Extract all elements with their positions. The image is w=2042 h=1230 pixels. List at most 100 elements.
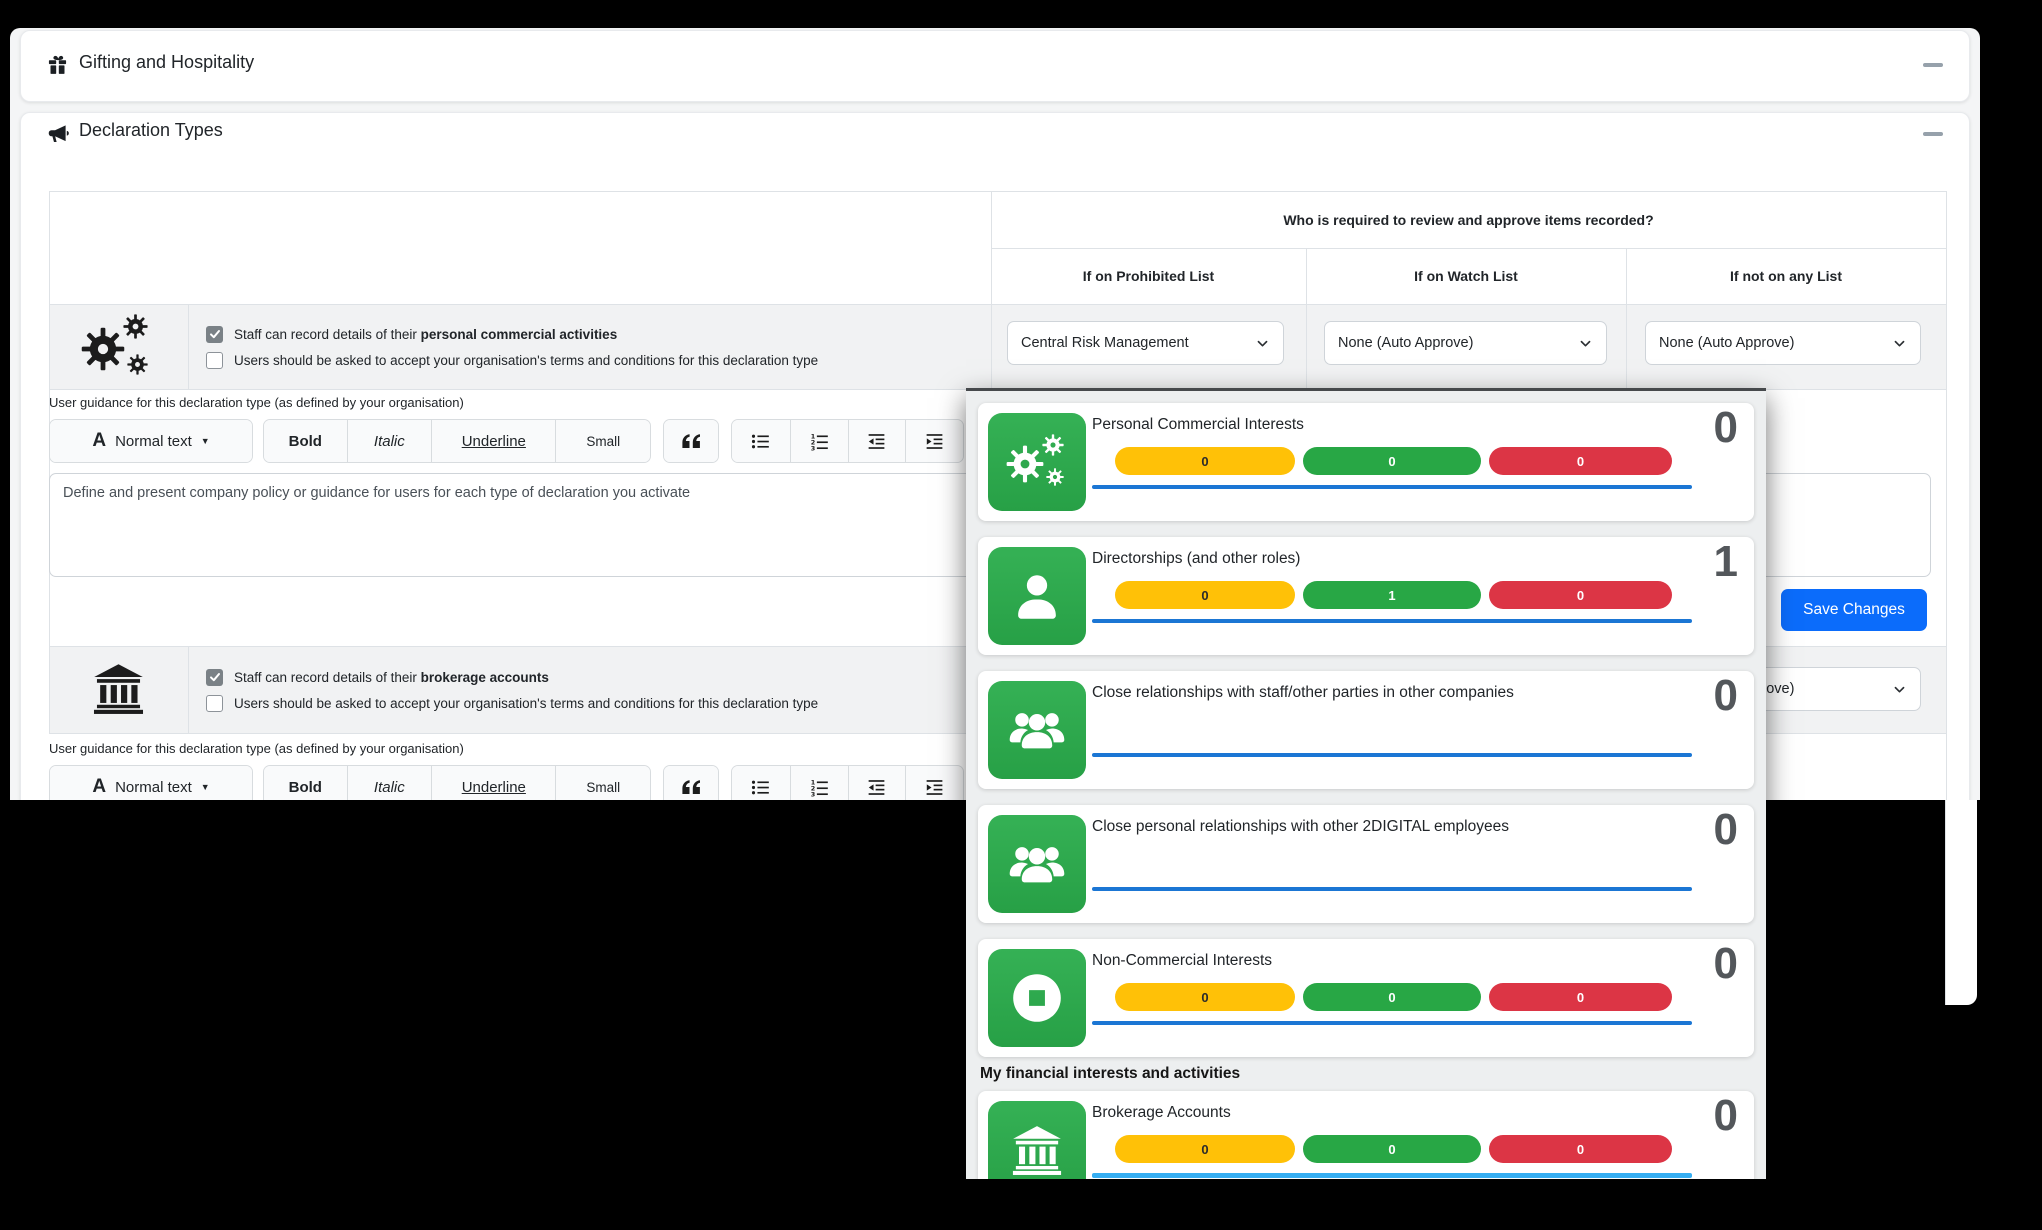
item-total-count: 1 xyxy=(1714,537,1738,588)
chevron-down-icon xyxy=(1578,336,1593,351)
record-checkbox-checked[interactable] xyxy=(206,326,223,343)
item-total-count: 0 xyxy=(1714,1091,1738,1142)
list-item-close-personal-relationships[interactable]: Close personal relationships with other … xyxy=(978,805,1754,923)
numbered-list-icon[interactable] xyxy=(790,420,848,462)
screenshot-stage: Gifting and Hospitality Declaration Type… xyxy=(0,0,2042,1230)
record-checkbox-checked[interactable] xyxy=(206,669,223,686)
declaration-counters-overlay: Personal Commercial Interests 0 0 0 0 Di… xyxy=(966,388,1766,1179)
guidance-label: User guidance for this declaration type … xyxy=(49,395,464,410)
declined-badge: 0 xyxy=(1489,983,1672,1011)
item-title: Directorships (and other roles) xyxy=(1092,550,1300,568)
format-dropdown[interactable]: A Normal text ▼ xyxy=(49,765,253,800)
bold-button[interactable]: Bold xyxy=(264,420,347,462)
declined-badge: 0 xyxy=(1489,447,1672,475)
column-header-prohibited: If on Prohibited List xyxy=(991,248,1306,304)
column-header-watch: If on Watch List xyxy=(1306,248,1626,304)
record-option-label: Staff can record details of their broker… xyxy=(234,670,549,685)
terms-option-row: Users should be asked to accept your org… xyxy=(206,695,986,712)
select-value: None (Auto Approve) xyxy=(1659,335,1794,351)
panel-edge-sliver xyxy=(1945,800,1977,1005)
format-dropdown[interactable]: A Normal text ▼ xyxy=(49,419,253,463)
list-item-close-relationships-other-companies[interactable]: Close relationships with staff/other par… xyxy=(978,671,1754,789)
status-badges: 0 0 0 xyxy=(1115,447,1672,475)
user-icon xyxy=(988,547,1086,645)
terms-checkbox-unchecked[interactable] xyxy=(206,352,223,369)
item-total-count: 0 xyxy=(1714,939,1738,990)
item-title: Close relationships with staff/other par… xyxy=(1092,684,1514,702)
bullet-list-icon[interactable] xyxy=(732,420,790,462)
blockquote-icon[interactable] xyxy=(664,766,718,800)
approver-select-none[interactable]: None (Auto Approve) xyxy=(1645,321,1921,365)
format-value: Normal text xyxy=(115,779,192,796)
collapse-icon[interactable] xyxy=(1923,63,1943,67)
item-underline xyxy=(1092,1021,1692,1025)
approved-badge: 0 xyxy=(1303,983,1481,1011)
declined-badge: 0 xyxy=(1489,581,1672,609)
row-brokerage-options: Staff can record details of their broker… xyxy=(206,654,986,726)
terms-option-row: Users should be asked to accept your org… xyxy=(206,352,986,369)
item-underline xyxy=(1092,887,1692,891)
item-total-count: 0 xyxy=(1714,805,1738,856)
quote-group xyxy=(663,419,719,463)
bold-button[interactable]: Bold xyxy=(264,766,347,800)
caret-down-icon: ▼ xyxy=(201,782,210,792)
italic-button[interactable]: Italic xyxy=(347,766,432,800)
indent-icon[interactable] xyxy=(905,766,963,800)
record-option-row: Staff can record details of their broker… xyxy=(206,669,986,686)
small-button[interactable]: Small xyxy=(555,766,650,800)
status-badges: 0 1 0 xyxy=(1115,581,1672,609)
numbered-list-icon[interactable] xyxy=(790,766,848,800)
row-personal-options: Staff can record details of their person… xyxy=(206,311,986,383)
list-group xyxy=(731,419,964,463)
italic-button[interactable]: Italic xyxy=(347,420,432,462)
item-total-count: 0 xyxy=(1714,671,1738,722)
item-total-count: 0 xyxy=(1714,403,1738,454)
quote-group xyxy=(663,765,719,800)
item-underline xyxy=(1092,753,1692,757)
text-format-icon: A xyxy=(92,430,106,452)
underline-button[interactable]: Underline xyxy=(431,420,555,462)
terms-checkbox-unchecked[interactable] xyxy=(206,695,223,712)
select-value: None (Auto Approve) xyxy=(1338,335,1473,351)
panel-title-declaration: Declaration Types xyxy=(79,120,223,141)
section-header-financial: My financial interests and activities xyxy=(980,1065,1240,1083)
gifting-hospitality-panel: Gifting and Hospitality xyxy=(20,30,1970,102)
text-style-group: Bold Italic Underline Small xyxy=(263,419,651,463)
pending-badge: 0 xyxy=(1115,983,1295,1011)
list-item-personal-commercial[interactable]: Personal Commercial Interests 0 0 0 0 xyxy=(978,403,1754,521)
small-button[interactable]: Small xyxy=(555,420,650,462)
guidance-label: User guidance for this declaration type … xyxy=(49,741,464,756)
declined-badge: 0 xyxy=(1489,1135,1672,1163)
blockquote-icon[interactable] xyxy=(664,420,718,462)
pending-badge: 0 xyxy=(1115,581,1295,609)
list-item-non-commercial[interactable]: Non-Commercial Interests 0 0 0 0 xyxy=(978,939,1754,1057)
list-item-brokerage-accounts[interactable]: Brokerage Accounts 0 0 0 0 xyxy=(978,1091,1754,1179)
text-style-group: Bold Italic Underline Small xyxy=(263,765,651,800)
item-title: Brokerage Accounts xyxy=(1092,1104,1231,1122)
gift-icon xyxy=(47,55,68,76)
text-format-icon: A xyxy=(92,776,106,798)
megaphone-icon xyxy=(47,123,69,145)
status-badges: 0 0 0 xyxy=(1115,983,1672,1011)
chevron-down-icon xyxy=(1892,336,1907,351)
indent-icon[interactable] xyxy=(905,420,963,462)
gears-icon xyxy=(988,413,1086,511)
outdent-icon[interactable] xyxy=(848,766,906,800)
format-value: Normal text xyxy=(115,433,192,450)
approver-select-prohibited[interactable]: Central Risk Management xyxy=(1007,321,1284,365)
list-group xyxy=(731,765,964,800)
item-title: Close personal relationships with other … xyxy=(1092,818,1509,836)
underline-button[interactable]: Underline xyxy=(431,766,555,800)
record-option-label: Staff can record details of their person… xyxy=(234,327,617,342)
collapse-icon[interactable] xyxy=(1923,132,1943,136)
save-changes-button[interactable]: Save Changes xyxy=(1781,589,1927,631)
bank-icon xyxy=(988,1101,1086,1179)
list-item-directorships[interactable]: Directorships (and other roles) 0 1 0 1 xyxy=(978,537,1754,655)
approver-select-watch[interactable]: None (Auto Approve) xyxy=(1324,321,1607,365)
item-title: Personal Commercial Interests xyxy=(1092,416,1304,434)
circle-square-icon xyxy=(988,949,1086,1047)
approved-badge: 0 xyxy=(1303,447,1481,475)
column-header-none: If not on any List xyxy=(1626,248,1946,304)
bullet-list-icon[interactable] xyxy=(732,766,790,800)
outdent-icon[interactable] xyxy=(848,420,906,462)
